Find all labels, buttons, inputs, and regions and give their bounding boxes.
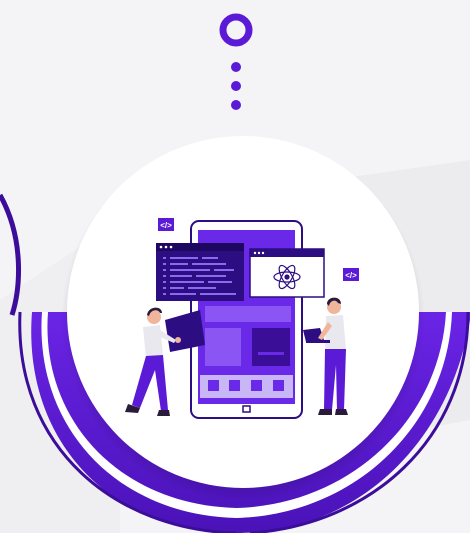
code-badge-icon-right: </> [343, 268, 359, 281]
top-ring-icon [219, 13, 253, 47]
svg-text:</>: </> [160, 221, 172, 230]
dot-icon-2 [231, 81, 241, 91]
dot-icon-1 [231, 62, 241, 72]
code-badge-icon: </> [158, 218, 174, 231]
screen-card-right [252, 328, 290, 366]
hero-illustration-stage: </> </> [0, 0, 470, 533]
code-panel [156, 243, 244, 301]
svg-text:</>: </> [345, 271, 357, 280]
illustration-svg: </> </> [0, 13, 470, 533]
screen-bar [205, 306, 291, 322]
screen-card-left [205, 328, 241, 366]
dot-icon-3 [231, 100, 241, 110]
